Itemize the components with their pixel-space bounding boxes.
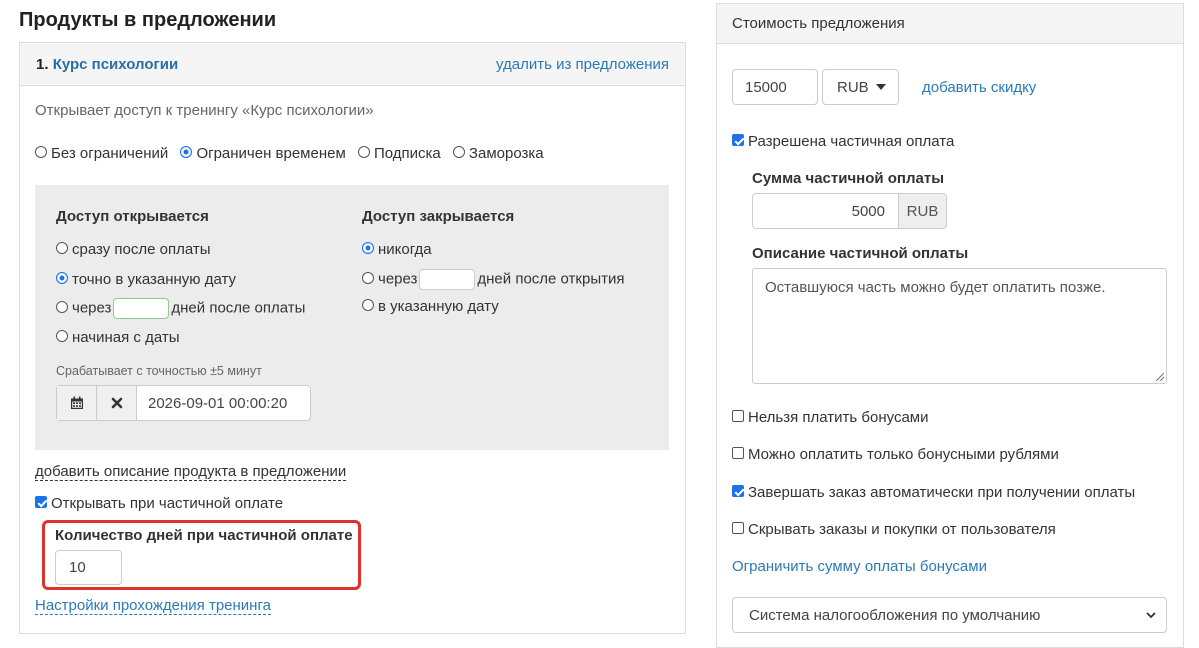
grants-access-text: Открывает доступ к тренингу «Курс психол… bbox=[35, 102, 374, 119]
checkbox-label: Нельзя платить бонусами bbox=[748, 409, 929, 426]
partial-days-input[interactable]: 10 bbox=[55, 550, 122, 585]
option-label: дней после открытия bbox=[477, 270, 625, 288]
partial-desc-label: Описание частичной оплаты bbox=[752, 245, 969, 262]
radio-subscription[interactable] bbox=[357, 146, 370, 159]
checkbox-no-bonus[interactable] bbox=[732, 410, 744, 423]
radio-close-on-date[interactable] bbox=[362, 299, 374, 312]
radio-close-after-days[interactable] bbox=[362, 271, 374, 284]
link-text: добавить скидку bbox=[922, 79, 1037, 96]
add-discount-link[interactable]: добавить скидку bbox=[922, 79, 1036, 96]
product-header: 1. Курс психологии удалить из предложени… bbox=[20, 43, 685, 86]
checkbox-open-on-partial[interactable] bbox=[35, 496, 47, 509]
checkbox-label: Можно оплатить только бонусными рублями bbox=[748, 446, 1059, 463]
partial-sum-currency: RUB bbox=[898, 194, 946, 228]
product-title: 1. Курс психологии bbox=[36, 56, 178, 73]
clear-date-button[interactable] bbox=[97, 386, 137, 420]
currency-select[interactable]: RUB bbox=[822, 69, 899, 105]
currency-value: RUB bbox=[837, 78, 869, 96]
open-after-days-option[interactable]: через дней после оплаты bbox=[56, 298, 305, 319]
close-days-input[interactable] bbox=[419, 269, 476, 290]
calendar-button[interactable] bbox=[57, 386, 97, 420]
access-type-time-limited[interactable]: Ограничен временем bbox=[180, 145, 346, 162]
close-after-days-option[interactable]: через дней после открытия bbox=[362, 269, 624, 290]
textarea-value: Оставшуюся часть можно будет оплатить по… bbox=[765, 279, 1106, 296]
add-product-description-link[interactable]: добавить описание продукта в предложении bbox=[35, 463, 347, 481]
close-icon bbox=[111, 397, 122, 409]
open-immediately-option[interactable]: сразу после оплаты bbox=[56, 241, 211, 258]
radio-open-immediately[interactable] bbox=[56, 242, 68, 255]
link-text: добавить описание продукта в предложении bbox=[35, 463, 347, 481]
datetime-picker: 2026-09-01 00:00:20 bbox=[56, 385, 311, 421]
close-on-date-option[interactable]: в указанную дату bbox=[362, 298, 499, 315]
link-text: Настройки прохождения тренинга bbox=[35, 597, 271, 615]
radio-open-exact-date[interactable] bbox=[56, 272, 68, 285]
partial-sum-input[interactable]: 5000 bbox=[753, 203, 898, 220]
price-input[interactable]: 15000 bbox=[732, 69, 818, 105]
access-type-label: Без ограничений bbox=[51, 145, 169, 162]
access-type-label: Заморозка bbox=[468, 145, 544, 162]
limit-bonus-link[interactable]: Ограничить сумму оплаты бонусами bbox=[732, 558, 987, 575]
option-label: сразу после оплаты bbox=[72, 241, 211, 258]
radio-open-after-days[interactable] bbox=[56, 300, 68, 313]
checkbox-auto-complete[interactable] bbox=[732, 485, 744, 498]
link-text: Ограничить сумму оплаты бонусами bbox=[732, 558, 987, 575]
access-type-label: Подписка bbox=[373, 145, 441, 162]
open-from-date-option[interactable]: начиная с даты bbox=[56, 329, 180, 346]
access-type-freeze[interactable]: Заморозка bbox=[452, 145, 544, 162]
checkbox-partial-allowed[interactable] bbox=[732, 134, 744, 147]
partial-days-label: Количество дней при частичной оплате bbox=[55, 527, 353, 544]
option-label: никогда bbox=[378, 241, 432, 258]
checkbox-label: Разрешена частичная оплата bbox=[748, 133, 955, 150]
tax-system-select[interactable]: Система налогообложения по умолчанию bbox=[732, 597, 1167, 633]
checkbox-label: Завершать заказ автоматически при получе… bbox=[748, 484, 1136, 501]
only-bonus-checkbox[interactable]: Можно оплатить только бонусными рублями bbox=[732, 446, 1059, 463]
access-type-unlimited[interactable]: Без ограничений bbox=[35, 145, 168, 162]
checkbox-label: Открывать при частичной оплате bbox=[51, 495, 284, 512]
option-label: в указанную дату bbox=[378, 298, 499, 315]
calendar-icon bbox=[70, 396, 83, 409]
open-days-input[interactable] bbox=[113, 298, 170, 319]
radio-freeze[interactable] bbox=[452, 146, 465, 159]
option-label: начиная с даты bbox=[72, 329, 180, 346]
datetime-value[interactable]: 2026-09-01 00:00:20 bbox=[137, 386, 310, 420]
close-never-option[interactable]: никогда bbox=[362, 241, 432, 258]
checkbox-label: Скрывать заказы и покупки от пользовател… bbox=[748, 521, 1056, 538]
access-opens-heading: Доступ открывается bbox=[56, 208, 209, 225]
radio-close-never[interactable] bbox=[362, 242, 374, 255]
remove-from-offer-link[interactable]: удалить из предложения bbox=[496, 56, 669, 73]
hide-orders-checkbox[interactable]: Скрывать заказы и покупки от пользовател… bbox=[732, 521, 1056, 538]
product-number: 1. bbox=[36, 55, 49, 73]
radio-unlimited[interactable] bbox=[35, 146, 47, 159]
page-title: Продукты в предложении bbox=[19, 9, 277, 31]
access-type-label: Ограничен временем bbox=[196, 145, 346, 162]
checkbox-hide-orders[interactable] bbox=[732, 522, 744, 535]
option-label: через bbox=[72, 299, 112, 317]
chevron-down-icon bbox=[876, 84, 886, 90]
training-settings-link[interactable]: Настройки прохождения тренинга bbox=[35, 597, 271, 615]
chevron-down-icon bbox=[1146, 611, 1156, 618]
checkbox-only-bonus[interactable] bbox=[732, 447, 744, 460]
precision-hint: Срабатывает с точностью ±5 минут bbox=[56, 364, 262, 378]
partial-sum-input-group: 5000 RUB bbox=[752, 193, 947, 229]
open-exact-date-option[interactable]: точно в указанную дату bbox=[56, 271, 236, 288]
radio-time-limited[interactable] bbox=[180, 146, 193, 159]
auto-complete-checkbox[interactable]: Завершать заказ автоматически при получе… bbox=[732, 484, 1135, 501]
partial-allowed-checkbox[interactable]: Разрешена частичная оплата bbox=[732, 133, 954, 150]
access-closes-heading: Доступ закрывается bbox=[362, 208, 515, 225]
offer-price-header: Стоимость предложения bbox=[717, 4, 1183, 44]
resize-grip-icon[interactable] bbox=[1156, 373, 1164, 381]
open-on-partial-checkbox[interactable]: Открывать при частичной оплате bbox=[35, 495, 283, 512]
no-bonus-checkbox[interactable]: Нельзя платить бонусами bbox=[732, 409, 928, 426]
option-label: точно в указанную дату bbox=[72, 271, 237, 288]
access-type-group: Без ограничений Ограничен временем Подпи… bbox=[35, 145, 544, 162]
partial-sum-label: Сумма частичной оплаты bbox=[752, 170, 945, 187]
product-name-link[interactable]: Курс психологии bbox=[53, 56, 179, 73]
radio-open-from-date[interactable] bbox=[56, 330, 68, 343]
option-label: дней после оплаты bbox=[171, 299, 306, 317]
access-type-subscription[interactable]: Подписка bbox=[357, 145, 441, 162]
partial-desc-textarea[interactable]: Оставшуюся часть можно будет оплатить по… bbox=[752, 268, 1167, 384]
tax-system-value: Система налогообложения по умолчанию bbox=[749, 606, 1041, 624]
option-label: через bbox=[378, 270, 418, 288]
